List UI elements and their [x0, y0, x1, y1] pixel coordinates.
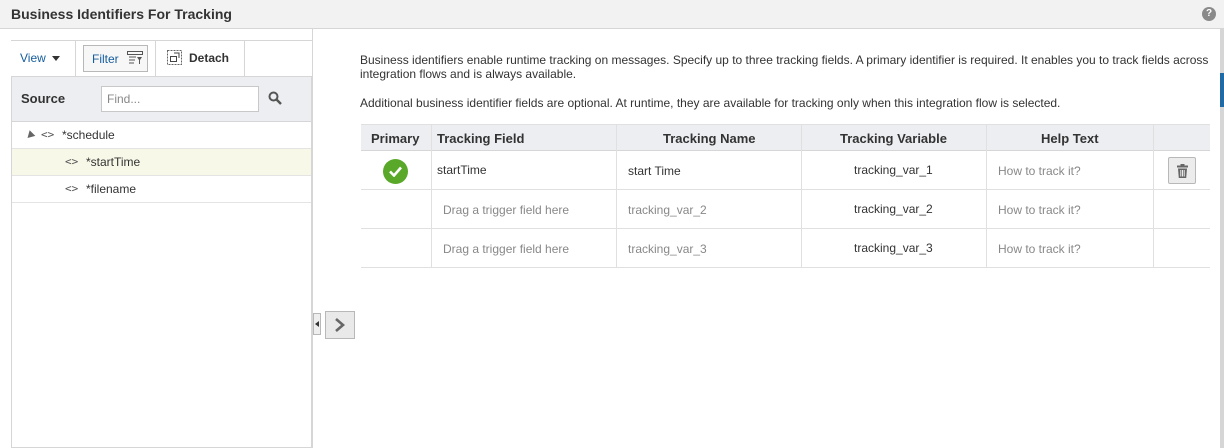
- add-to-tracking-button[interactable]: [325, 311, 355, 339]
- tree-node-label: *startTime: [86, 155, 141, 169]
- help-text-link[interactable]: How to track it?: [998, 242, 1081, 256]
- search-icon[interactable]: [268, 91, 282, 108]
- source-header: Source: [12, 77, 311, 122]
- help-text-link[interactable]: How to track it?: [998, 203, 1081, 217]
- panel-divider: [312, 29, 313, 448]
- view-menu-label: View: [20, 51, 46, 65]
- tracking-variable-value: tracking_var_3: [854, 241, 933, 255]
- column-divider: [801, 124, 802, 268]
- trash-icon: [1177, 164, 1188, 178]
- filter-icon: [127, 51, 143, 69]
- tracking-variable-value: tracking_var_2: [854, 202, 933, 216]
- tree-node-filename[interactable]: <> *filename: [12, 176, 311, 203]
- window-edge-accent: [1220, 73, 1224, 107]
- tree-node-starttime[interactable]: <> *startTime: [12, 149, 311, 176]
- help-icon[interactable]: ?: [1202, 7, 1216, 21]
- source-toolbar: View Filter Detach: [11, 40, 312, 77]
- column-header-primary: Primary: [371, 131, 420, 146]
- tracking-field-dropzone[interactable]: Drag a trigger field here: [443, 242, 569, 256]
- dialog-title: Business Identifiers For Tracking: [11, 6, 232, 22]
- filter-button-label: Filter: [92, 52, 119, 66]
- column-header-tracking-name: Tracking Name: [663, 131, 756, 146]
- column-header-tracking-field: Tracking Field: [437, 131, 525, 146]
- tree-node-label: *schedule: [62, 128, 115, 142]
- element-tag-icon: <>: [65, 155, 79, 168]
- column-divider: [431, 124, 432, 268]
- tree-node-schedule[interactable]: <> *schedule: [12, 122, 311, 149]
- description-text: Business identifiers enable runtime trac…: [360, 53, 1209, 81]
- column-divider: [986, 124, 987, 268]
- column-divider: [616, 124, 617, 268]
- column-divider: [1153, 124, 1154, 268]
- element-tag-icon: <>: [41, 128, 55, 141]
- tracking-name-value[interactable]: tracking_var_2: [628, 203, 707, 217]
- collapse-panel-handle[interactable]: [313, 313, 321, 335]
- column-header-help-text: Help Text: [1041, 131, 1099, 146]
- table-header-row: Primary Tracking Field Tracking Name Tra…: [361, 124, 1210, 151]
- table-row: Drag a trigger field here tracking_var_2…: [361, 190, 1210, 229]
- tracking-field-value[interactable]: startTime: [437, 163, 487, 177]
- element-tag-icon: <>: [65, 182, 79, 195]
- tracking-variable-value: tracking_var_1: [854, 163, 933, 177]
- dialog-header: Business Identifiers For Tracking ?: [0, 0, 1224, 29]
- column-header-tracking-variable: Tracking Variable: [840, 131, 947, 146]
- table-row: Drag a trigger field here tracking_var_3…: [361, 229, 1210, 268]
- toolbar-divider: [155, 41, 156, 77]
- find-input[interactable]: [101, 86, 259, 112]
- source-tree-panel: Source <> *schedule <> *startTime <> *fi…: [11, 76, 312, 448]
- detach-label: Detach: [189, 51, 230, 65]
- source-label: Source: [21, 91, 66, 106]
- chevron-down-icon: [51, 56, 60, 62]
- expanded-triangle-icon[interactable]: [24, 130, 36, 141]
- delete-button[interactable]: [1168, 157, 1196, 184]
- description-text-optional: Additional business identifier fields ar…: [360, 96, 1061, 110]
- tree-node-label: *filename: [86, 182, 137, 196]
- tracking-name-value[interactable]: start Time: [628, 164, 681, 178]
- toolbar-divider: [244, 41, 245, 77]
- table-row: startTime start Time tracking_var_1 How …: [361, 151, 1210, 190]
- tracking-field-dropzone[interactable]: Drag a trigger field here: [443, 203, 569, 217]
- chevron-right-icon: [335, 318, 345, 332]
- filter-button[interactable]: Filter: [83, 45, 148, 72]
- help-text-link[interactable]: How to track it?: [998, 164, 1081, 178]
- tracking-name-value[interactable]: tracking_var_3: [628, 242, 707, 256]
- primary-check-icon[interactable]: [383, 159, 408, 184]
- view-menu-button[interactable]: View: [20, 51, 60, 65]
- source-panel: View Filter Detach Source Find... <> *sc…: [11, 40, 312, 448]
- toolbar-divider: [75, 41, 76, 77]
